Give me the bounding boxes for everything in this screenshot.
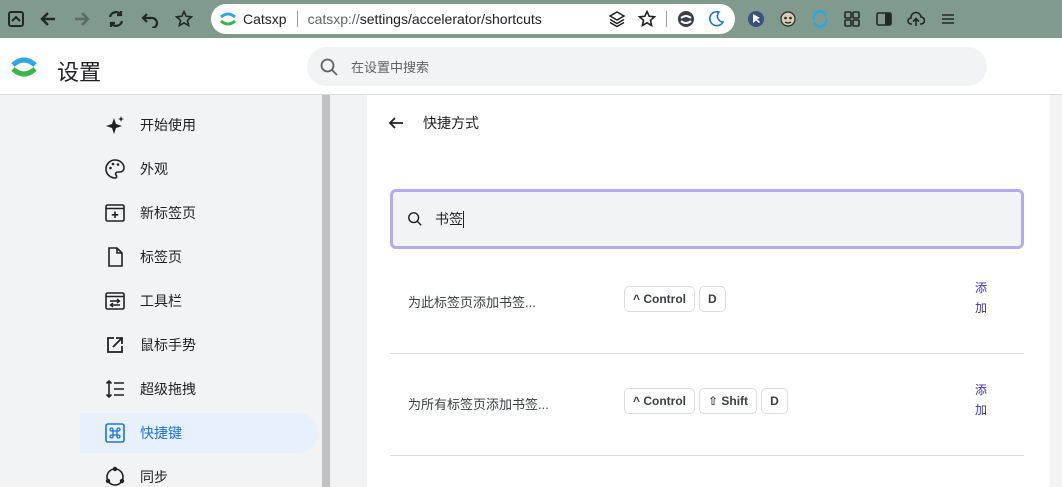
key-chip[interactable]: ⇧ Shift <box>699 388 758 414</box>
address-divider <box>296 11 298 27</box>
tab-search-icon[interactable] <box>2 5 30 33</box>
url-scheme: catsxp:// <box>307 11 360 27</box>
open-external-icon <box>107 337 123 353</box>
key-chip[interactable]: ^ Control <box>624 388 695 414</box>
search-placeholder: 在设置中搜索 <box>351 60 430 75</box>
settings-search-input[interactable]: 在设置中搜索 <box>307 47 987 86</box>
add-shortcut-button[interactable]: 添加 <box>970 380 992 420</box>
catsxp-logo-icon <box>220 12 236 26</box>
section-header: 快捷方式 <box>387 113 479 133</box>
sync-extension-icon[interactable] <box>806 5 834 33</box>
settings-header: 设置 在设置中搜索 <box>0 38 1062 95</box>
reorder-icon <box>105 379 124 399</box>
sidebar-item-label: 超级拖拽 <box>140 381 196 397</box>
sidebar-item-label: 标签页 <box>140 249 182 265</box>
main-content: 快捷方式 书签 为此标签页添加书签... ^ Control D 添加 为所有标… <box>330 95 1062 487</box>
page-icon <box>108 247 123 267</box>
sidebar-item-shortcuts[interactable]: 快捷键 <box>80 413 318 453</box>
sidebar-item-appearance[interactable]: 外观 <box>80 149 318 189</box>
shortcut-list: 为此标签页添加书签... ^ Control D 添加 为所有标签页添加书签..… <box>390 252 1024 487</box>
key-chip[interactable]: D <box>761 388 788 414</box>
bookmark-star-icon[interactable] <box>170 5 198 33</box>
undo-icon[interactable] <box>136 5 164 33</box>
sidebar-item-new-tab-page[interactable]: 新标签页 <box>80 193 318 233</box>
sidebar-item-get-started[interactable]: 开始使用 <box>80 105 318 145</box>
cloud-upload-icon[interactable] <box>902 5 930 33</box>
shortcut-filter-input[interactable]: 书签 <box>390 189 1024 249</box>
key-chip[interactable]: D <box>699 286 726 312</box>
shortcut-row <box>390 456 1024 487</box>
extensions-grid-icon[interactable] <box>838 5 866 33</box>
sidebar-item-sync[interactable]: 同步 <box>80 457 318 487</box>
favorite-star-icon[interactable] <box>634 5 660 33</box>
shortcut-keys: ^ Control D <box>624 286 726 312</box>
shortcut-row: 为所有标签页添加书签... ^ Control ⇧ Shift D 添加 <box>390 354 1024 456</box>
monkey-extension-icon[interactable] <box>774 5 802 33</box>
search-icon <box>408 212 422 226</box>
browser-toolbar: Catsxp catsxp://settings/accelerator/sho… <box>0 0 1062 38</box>
sidebar-item-label: 开始使用 <box>140 117 196 133</box>
sidebar-item-super-drag[interactable]: 超级拖拽 <box>80 369 318 409</box>
menu-icon[interactable] <box>934 5 962 33</box>
key-chip[interactable]: ^ Control <box>624 286 695 312</box>
moon-icon[interactable] <box>703 5 729 33</box>
shortcuts-card: 快捷方式 书签 为此标签页添加书签... ^ Control D 添加 为所有标… <box>367 95 1050 487</box>
url-path: settings/accelerator/shortcuts <box>359 11 542 27</box>
layers-icon[interactable] <box>604 5 630 33</box>
sidebar-item-label: 同步 <box>140 469 168 485</box>
text-caret <box>463 210 464 228</box>
section-title: 快捷方式 <box>423 115 479 131</box>
url-text[interactable]: catsxp://settings/accelerator/shortcuts <box>308 11 604 27</box>
add-shortcut-button[interactable]: 添加 <box>970 278 992 318</box>
sidebar-item-tabs[interactable]: 标签页 <box>80 237 318 277</box>
forward-icon[interactable] <box>68 5 96 33</box>
back-icon[interactable] <box>34 5 62 33</box>
shortcut-row: 为此标签页添加书签... ^ Control D 添加 <box>390 252 1024 354</box>
shortcut-label: 为此标签页添加书签... <box>408 295 536 310</box>
sidebar-item-label: 工具栏 <box>140 293 182 309</box>
palette-icon <box>105 159 125 179</box>
new-tab-icon <box>105 204 125 222</box>
sidebar-item-label: 快捷键 <box>140 425 182 441</box>
settings-logo-icon <box>11 57 37 77</box>
sync-icon <box>105 466 125 486</box>
reload-icon[interactable] <box>102 5 130 33</box>
sidebar-item-label: 新标签页 <box>140 205 196 221</box>
sidebar-item-label: 鼠标手势 <box>140 337 196 353</box>
omnibox-divider <box>666 11 667 27</box>
settings-sidebar: 开始使用 外观 新标签页 标签页 工具栏 鼠标手势 超级拖拽 快捷键 同步 <box>0 95 322 487</box>
search-icon <box>320 58 338 76</box>
catsxp-shield-icon[interactable] <box>673 5 699 33</box>
command-icon <box>105 423 125 443</box>
sparkle-icon <box>106 116 124 134</box>
cursor-extension-icon[interactable] <box>742 5 770 33</box>
sidebar-item-mouse-gestures[interactable]: 鼠标手势 <box>80 325 318 365</box>
site-name: Catsxp <box>243 11 287 27</box>
back-arrow-icon[interactable] <box>387 114 405 132</box>
sidebar-item-toolbar[interactable]: 工具栏 <box>80 281 318 321</box>
sidebar-scrollbar[interactable] <box>322 95 330 487</box>
page-title: 设置 <box>57 60 102 85</box>
sidebar-panel-icon[interactable] <box>870 5 898 33</box>
sidebar-item-label: 外观 <box>140 161 168 177</box>
filter-value: 书签 <box>435 211 463 227</box>
shortcut-keys: ^ Control ⇧ Shift D <box>624 388 788 414</box>
address-bar[interactable]: Catsxp catsxp://settings/accelerator/sho… <box>211 4 735 34</box>
toolbar-icon <box>105 292 125 310</box>
shortcut-label: 为所有标签页添加书签... <box>408 397 549 412</box>
